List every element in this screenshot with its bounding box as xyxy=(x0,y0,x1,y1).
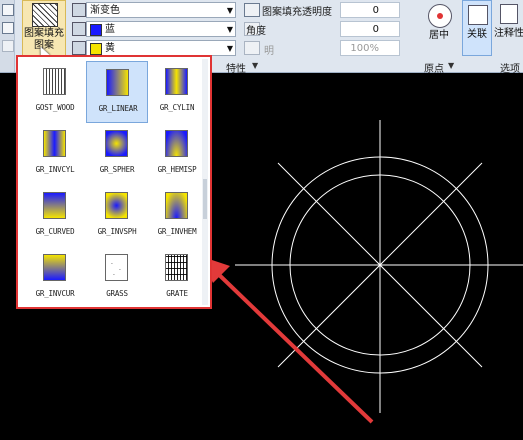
chevron-down-icon[interactable]: ▼ xyxy=(448,61,454,70)
color2-icon xyxy=(72,41,86,55)
angle-value[interactable]: 0 xyxy=(340,21,400,37)
pattern-name: GR_CYLIN xyxy=(159,103,195,112)
gallery-scrollbar[interactable] xyxy=(202,59,208,305)
color2-combo[interactable]: 黄 ▼ xyxy=(86,40,236,56)
annotative-button[interactable]: 注释性 xyxy=(494,0,523,56)
pattern-name: GR_LINEAR xyxy=(98,104,138,113)
scroll-thumb[interactable] xyxy=(203,179,207,219)
associative-label: 关联 xyxy=(467,29,487,40)
remove-boundary-icon[interactable] xyxy=(2,40,14,52)
pattern-swatch xyxy=(43,254,66,281)
associative-button[interactable]: 关联 xyxy=(462,0,492,56)
pattern-swatch xyxy=(165,130,188,157)
pattern-name: GR_INVHEM xyxy=(157,227,197,236)
hatch-pattern-icon xyxy=(32,3,58,27)
select-objects-icon[interactable] xyxy=(2,22,14,34)
pattern-tile-grass[interactable]: · · · GRASS xyxy=(86,247,148,309)
pattern-tile-gr-spher[interactable]: GR_SPHER xyxy=(86,123,148,185)
pattern-name: GR_SPHER xyxy=(99,165,135,174)
pattern-tile-gr-curved[interactable]: GR_CURVED xyxy=(24,185,86,247)
pick-points-icon[interactable] xyxy=(2,4,14,16)
pattern-swatch xyxy=(165,254,188,281)
pattern-swatch: · · · xyxy=(105,254,128,281)
pattern-swatch xyxy=(43,130,66,157)
pattern-swatch xyxy=(105,192,128,219)
ming-label: 明 xyxy=(264,46,274,57)
pattern-swatch xyxy=(43,192,66,219)
pattern-tile-gr-hemisp[interactable]: GR_HEMISP xyxy=(146,123,208,185)
center-origin-icon xyxy=(428,4,452,28)
associative-icon xyxy=(468,5,488,25)
chevron-down-icon[interactable]: ▼ xyxy=(227,41,233,57)
chevron-down-icon[interactable]: ▼ xyxy=(252,61,258,70)
pattern-name: GR_INVCUR xyxy=(35,289,75,298)
pattern-swatch xyxy=(106,69,129,96)
hatch-type-combo[interactable]: 渐变色 ▼ xyxy=(86,2,236,18)
type-icon xyxy=(72,3,86,17)
color1-combo[interactable]: 蓝 ▼ xyxy=(86,21,236,37)
pattern-tile-grate[interactable]: GRATE xyxy=(146,247,208,309)
annotative-label: 注释性 xyxy=(494,28,523,39)
color1-icon xyxy=(72,22,86,36)
pattern-gallery: GOST_WOOD GR_LINEAR GR_CYLIN GR_INVCYL GR_SP… xyxy=(16,55,212,309)
pattern-tile-gr-invsph[interactable]: GR_INVSPH xyxy=(86,185,148,247)
center-label: 居中 xyxy=(429,30,449,41)
chevron-down-icon[interactable]: ▼ xyxy=(227,3,233,19)
transparency-label: 图案填充透明度 xyxy=(262,7,332,18)
pattern-name: GR_CURVED xyxy=(35,227,75,236)
ming-icon xyxy=(244,41,260,55)
pattern-name: GOST_WOOD xyxy=(35,103,75,112)
pattern-name: GRATE xyxy=(166,289,188,298)
ming-value[interactable]: 100% xyxy=(340,40,400,56)
pattern-name: GR_INVCYL xyxy=(35,165,75,174)
pattern-swatch xyxy=(165,68,188,95)
transparency-value[interactable]: 0 xyxy=(340,2,400,18)
chevron-down-icon[interactable]: ▼ xyxy=(227,22,233,38)
pattern-swatch xyxy=(105,130,128,157)
transparency-icon[interactable] xyxy=(244,3,260,17)
red-arrow xyxy=(200,256,374,424)
pattern-button-label-line1: 图案填充 xyxy=(24,28,64,39)
yellow-swatch xyxy=(90,43,102,55)
pattern-tile-gr-invcyl[interactable]: GR_INVCYL xyxy=(24,123,86,185)
pattern-tile-gr-invcur[interactable]: GR_INVCUR xyxy=(24,247,86,309)
pattern-tile-gr-invhem[interactable]: GR_INVHEM xyxy=(146,185,208,247)
pattern-swatch xyxy=(43,68,66,95)
pattern-swatch xyxy=(165,192,188,219)
blue-swatch xyxy=(90,24,102,36)
pattern-tile-gr-linear[interactable]: GR_LINEAR xyxy=(86,61,148,123)
pattern-name: GR_INVSPH xyxy=(97,227,137,236)
annotative-icon xyxy=(500,4,518,24)
pattern-tile-gr-cylin[interactable]: GR_CYLIN xyxy=(146,61,208,123)
angle-label: 角度 xyxy=(246,26,266,37)
pattern-name: GRASS xyxy=(106,289,128,298)
pattern-name: GR_HEMISP xyxy=(157,165,197,174)
pattern-tile-gost-wood[interactable]: GOST_WOOD xyxy=(24,61,86,123)
center-button[interactable]: 居中 xyxy=(420,0,458,56)
